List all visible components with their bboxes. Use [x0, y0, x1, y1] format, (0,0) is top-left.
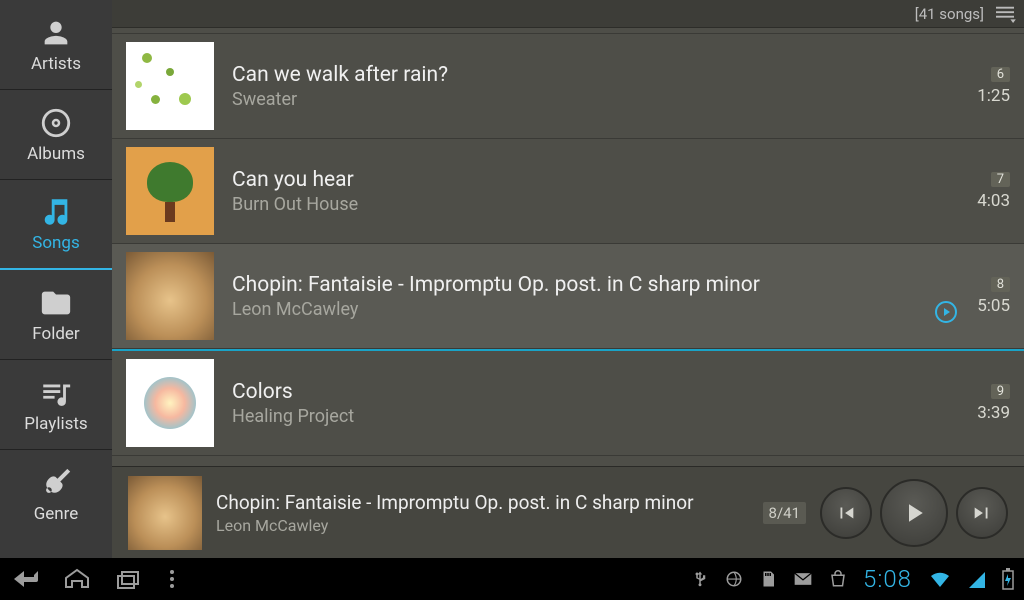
song-track-number: 8 [991, 277, 1010, 292]
album-art [126, 42, 214, 130]
mail-icon[interactable] [793, 570, 813, 588]
browser-icon[interactable] [725, 570, 743, 588]
battery-charging-icon [1002, 568, 1014, 590]
sidebar: Artists Albums Songs Folder [0, 0, 112, 558]
clock: 5:08 [863, 565, 912, 593]
sidebar-item-label: Songs [32, 233, 80, 253]
home-icon[interactable] [62, 567, 92, 591]
song-duration: 1:25 [977, 86, 1010, 106]
wifi-icon [928, 569, 952, 589]
sidebar-item-label: Albums [27, 144, 85, 164]
song-row[interactable]: Colors Healing Project 9 3:39 [112, 349, 1024, 456]
song-row[interactable]: Can you hear Burn Out House 7 4:03 [112, 139, 1024, 244]
overflow-icon[interactable] [166, 567, 178, 591]
content-header: [41 songs] [112, 0, 1024, 28]
disc-icon [39, 106, 73, 140]
now-playing-title: Chopin: Fantaisie - Impromptu Op. post. … [216, 491, 749, 514]
guitar-icon [39, 466, 73, 500]
songs-list[interactable]: Can we walk after rain? Sweater 6 1:25 [112, 28, 1024, 466]
sidebar-item-albums[interactable]: Albums [0, 90, 112, 180]
song-title: Colors [232, 380, 932, 404]
sd-icon[interactable] [759, 570, 777, 588]
song-count-label: [41 songs] [915, 5, 984, 23]
song-row[interactable]: Can we walk after rain? Sweater 6 1:25 [112, 34, 1024, 139]
music-notes-icon [39, 195, 73, 229]
queue-position: 8/41 [763, 502, 806, 524]
song-title: Chopin: Fantaisie - Impromptu Op. post. … [232, 273, 932, 297]
next-button[interactable] [956, 487, 1008, 539]
cell-icon [968, 569, 986, 589]
sidebar-item-playlists[interactable]: Playlists [0, 360, 112, 450]
song-track-number: 9 [991, 384, 1010, 399]
song-duration: 3:39 [977, 403, 1010, 423]
store-icon[interactable] [829, 570, 847, 588]
song-title: Can you hear [232, 168, 932, 192]
system-nav-bar: 5:08 [0, 558, 1024, 600]
previous-button[interactable] [820, 487, 872, 539]
album-art [126, 252, 214, 340]
playlist-icon [39, 376, 73, 410]
sidebar-item-label: Artists [31, 54, 81, 74]
sidebar-item-songs[interactable]: Songs [0, 180, 112, 270]
content-area: [41 songs] [112, 0, 1024, 558]
song-duration: 5:05 [977, 296, 1010, 316]
sidebar-item-label: Genre [34, 504, 79, 524]
sidebar-item-label: Playlists [24, 414, 87, 434]
usb-icon[interactable] [691, 570, 709, 588]
sidebar-item-artists[interactable]: Artists [0, 0, 112, 90]
play-button[interactable] [880, 479, 948, 547]
sidebar-item-genre[interactable]: Genre [0, 450, 112, 540]
sidebar-item-folder[interactable]: Folder [0, 270, 112, 360]
folder-icon [39, 286, 73, 320]
song-row[interactable]: Chopin: Fantaisie - Impromptu Op. post. … [112, 244, 1024, 349]
album-art [126, 359, 214, 447]
song-artist: Sweater [232, 89, 932, 110]
song-track-number: 7 [991, 172, 1010, 187]
song-artist: Healing Project [232, 406, 932, 427]
now-playing-artist: Leon McCawley [216, 516, 749, 535]
sidebar-item-label: Folder [32, 324, 79, 344]
recents-icon[interactable] [114, 567, 144, 591]
album-art [126, 147, 214, 235]
person-icon [39, 16, 73, 50]
song-duration: 4:03 [977, 191, 1010, 211]
song-track-number: 6 [991, 67, 1010, 82]
back-icon[interactable] [10, 567, 40, 591]
now-playing-art[interactable] [128, 476, 202, 550]
song-artist: Leon McCawley [232, 299, 932, 320]
now-playing-icon [934, 300, 958, 328]
now-playing-bar: Chopin: Fantaisie - Impromptu Op. post. … [112, 466, 1024, 558]
song-artist: Burn Out House [232, 194, 932, 215]
song-title: Can we walk after rain? [232, 63, 932, 87]
list-resize-icon[interactable] [994, 5, 1016, 23]
